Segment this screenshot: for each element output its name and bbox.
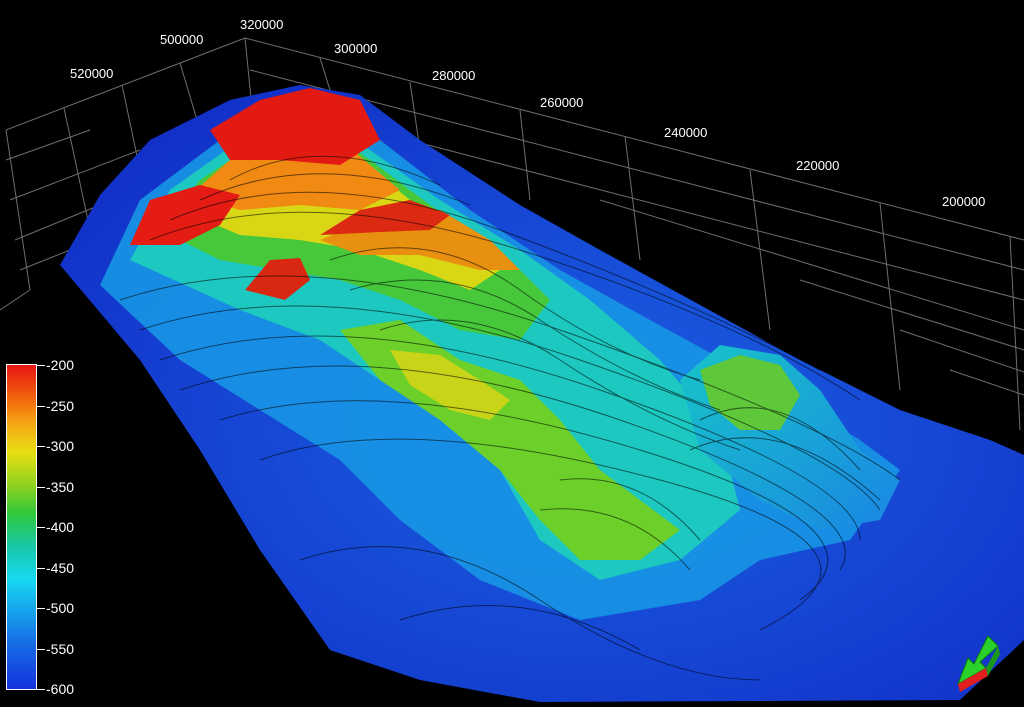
x-axis-tick-label: 220000 (796, 158, 840, 173)
color-scale-label: -200 (46, 357, 75, 373)
color-scale-tick (37, 649, 45, 650)
color-scale-label: -400 (46, 519, 75, 535)
x-axis-tick-label: 280000 (432, 68, 476, 83)
x-axis-tick-label: 240000 (664, 125, 708, 140)
color-scale-tick (37, 527, 45, 528)
3d-viewport[interactable]: 520000 500000 320000 300000 280000 26000… (0, 0, 1024, 702)
color-scale-tick (37, 406, 45, 407)
color-scale-label: -550 (46, 641, 75, 657)
color-scale-label: -450 (46, 560, 75, 576)
color-scale-tick (37, 487, 45, 488)
color-scale-tick (37, 365, 45, 366)
x-axis-tick-label: 200000 (942, 194, 986, 209)
y-axis-tick-label: 500000 (160, 32, 204, 47)
terrain-surface[interactable] (60, 85, 1024, 702)
surface-scene[interactable] (0, 0, 1024, 702)
color-scale-tick (37, 689, 45, 690)
color-scale-tick (37, 446, 45, 447)
y-axis-tick-label: 520000 (70, 66, 114, 81)
color-scale-tick (37, 568, 45, 569)
3d-orientation-arrow-icon[interactable] (946, 632, 1002, 694)
color-scale-label: -500 (46, 600, 75, 616)
x-axis-tick-label: 260000 (540, 95, 584, 110)
color-scale-label: -300 (46, 438, 75, 454)
color-scale-bar (6, 364, 37, 690)
color-scale-tick (37, 608, 45, 609)
x-axis-tick-label: 320000 (240, 17, 284, 32)
color-scale-label: -350 (46, 479, 75, 495)
color-scale-label: -600 (46, 681, 75, 697)
x-axis-tick-label: 300000 (334, 41, 378, 56)
color-scale-label: -250 (46, 398, 75, 414)
